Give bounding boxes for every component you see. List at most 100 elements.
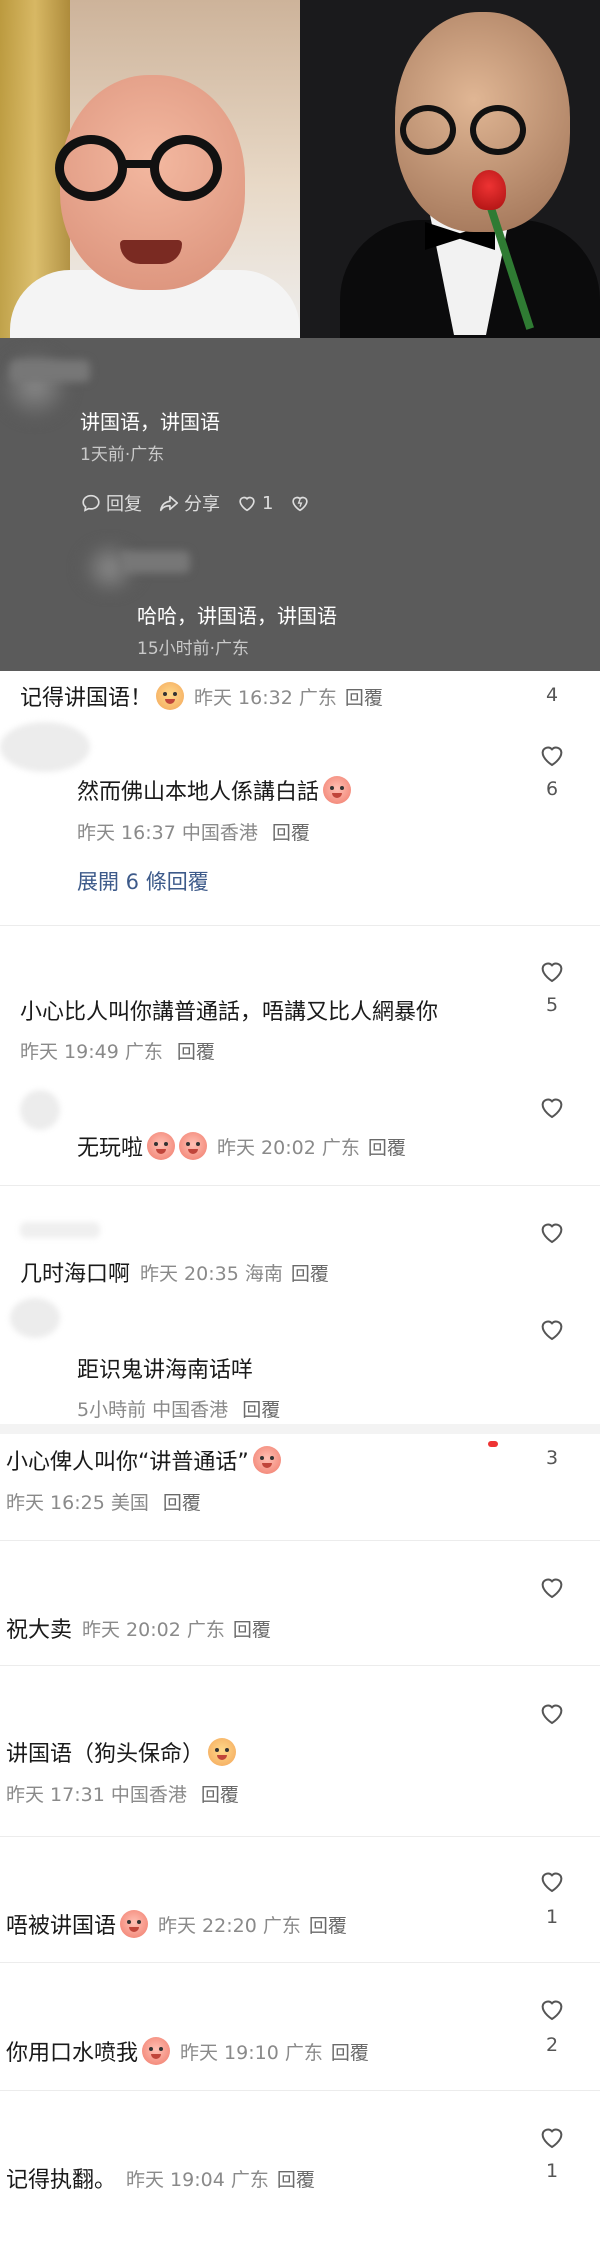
comment-text: 然而佛山本地人係講白話 [77,774,352,806]
comment-text: 祝大卖 昨天 20:02 广东 回覆 [6,1612,271,1644]
divider [0,1836,600,1837]
comment-meta: 昨天 17:31 中国香港 回覆 [6,1780,239,1807]
comment-body: 然而佛山本地人係講白話 [77,780,320,805]
reply-link[interactable]: 回覆 [345,683,383,710]
divider [0,1962,600,1963]
reply-link[interactable]: 回覆 [177,1041,215,1063]
comment-meta: 昨天 16:37 中国香港 回覆 [77,818,310,845]
comment-body: 记得执翻。 [6,2168,117,2193]
comment-text: 小心比人叫你講普通話，唔講又比人網暴你 [20,994,438,1026]
reply-text: 讲国语，讲国语 [80,410,220,434]
divider [0,925,600,926]
comment-time: 昨天 19:49 广东 [20,1041,163,1063]
avatar[interactable] [20,1090,60,1130]
username[interactable] [10,360,90,382]
heart-icon[interactable] [536,1866,568,1896]
share-label: 分享 [184,494,220,515]
like-count: 1 [262,492,274,514]
comment-time: 昨天 20:02 广东 [82,1618,225,1641]
reply-link[interactable]: 回覆 [291,1259,329,1286]
heart-icon[interactable] [536,740,568,770]
comment-body: 无玩啦 [77,1136,144,1161]
reply-icon [82,494,100,512]
comment-meta: 昨天 19:49 广东 回覆 [20,1037,215,1064]
comment-text: 无玩啦 昨天 20:02 广东 回覆 [77,1130,406,1162]
share-icon [159,495,179,512]
comment-time: 昨天 19:10 广东 [180,2041,323,2064]
nested-reply-text: 哈哈，讲国语，讲国语 [137,604,337,628]
emoji-icon [252,1446,281,1474]
emoji-icon [156,682,185,710]
comment-body: 唔被讲国语 [6,1914,117,1939]
comment-body: 祝大卖 [6,1618,73,1643]
like-count: 4 [545,684,559,706]
comment-time: 昨天 16:37 中国香港 [77,822,258,844]
comment-text: 记得执翻。 昨天 19:04 广东 回覆 [6,2162,315,2194]
reply-link[interactable]: 回覆 [368,1133,406,1160]
heart-icon[interactable] [536,956,568,986]
reply-link[interactable]: 回覆 [201,1784,239,1806]
section-divider [0,1424,600,1434]
comment-time: 5小時前 中国香港 [77,1399,229,1421]
comment-body: 几时海口啊 [20,1262,131,1287]
share-button[interactable]: 分享 [158,490,220,516]
avatar[interactable] [0,722,90,772]
avatar[interactable] [10,1298,60,1338]
username[interactable] [120,551,190,573]
left-photo [0,0,300,338]
reply-meta: 1天前·广东 [80,445,165,465]
reply-button[interactable]: 回复 [80,490,142,516]
comment-time: 昨天 16:32 广东 [194,686,337,709]
reply-link[interactable]: 回覆 [309,1911,347,1938]
dislike-button[interactable] [289,492,311,514]
divider [0,1540,600,1541]
comment-text: 讲国语（狗头保命） [6,1736,237,1768]
like-count: 1 [545,1906,559,1928]
heart-icon[interactable] [536,1092,568,1122]
comment-body: 记得讲国语！ [20,686,153,711]
right-photo [300,0,600,338]
comment-body: 讲国语（狗头保命） [6,1742,205,1767]
username[interactable] [20,1222,100,1238]
comment-time: 昨天 20:02 广东 [217,1136,360,1159]
divider [0,2090,600,2091]
reply-link[interactable]: 回覆 [277,2165,315,2192]
reply-link[interactable]: 回覆 [163,1492,201,1514]
reply-link[interactable]: 回覆 [272,822,310,844]
heart-icon[interactable] [536,2122,568,2152]
like-count: 6 [545,778,559,800]
comment-time: 昨天 17:31 中国香港 [6,1784,187,1806]
comment-time: 昨天 22:20 广东 [158,1914,301,1937]
reply-link[interactable]: 回覆 [242,1399,280,1421]
heart-icon[interactable] [536,1572,568,1602]
comment-text: 距识鬼讲海南话咩 [77,1352,253,1384]
emoji-icon [208,1738,237,1766]
video-thumbnail[interactable] [0,0,600,338]
comment-body: 小心比人叫你講普通話，唔講又比人網暴你 [20,1000,439,1025]
like-count: 2 [545,2034,559,2056]
comment-body: 距识鬼讲海南话咩 [77,1358,254,1383]
comment-body: 小心俾人叫你“讲普通话” [6,1450,249,1475]
comment-time: 昨天 19:04 广东 [126,2168,269,2191]
nested-reply-meta: 15小时前·广东 [137,639,250,659]
comment-text: 你用口水喷我 昨天 19:10 广东 回覆 [6,2035,369,2067]
heart-icon[interactable] [536,1698,568,1728]
emoji-icon [147,1132,176,1160]
emoji-icon [179,1132,208,1160]
comment-time: 昨天 20:35 海南 [140,1262,283,1285]
emoji-icon [323,776,352,804]
emoji-icon [120,1910,149,1938]
reply-link[interactable]: 回覆 [233,1615,271,1642]
comment-time: 昨天 16:25 美国 [6,1492,149,1514]
emoji-icon [142,2037,171,2065]
like-button[interactable]: 1 [236,492,273,514]
dislike-heart-icon [292,496,309,512]
heart-icon[interactable] [536,1314,568,1344]
heart-icon[interactable] [536,1994,568,2024]
heart-icon[interactable] [536,1217,568,1247]
like-count: 1 [545,2160,559,2182]
reply-actions: 回复 分享 1 [80,490,311,516]
expand-replies-button[interactable]: 展開 6 條回覆 [77,866,209,896]
reply-link[interactable]: 回覆 [331,2038,369,2065]
comment-body: 你用口水喷我 [6,2041,139,2066]
